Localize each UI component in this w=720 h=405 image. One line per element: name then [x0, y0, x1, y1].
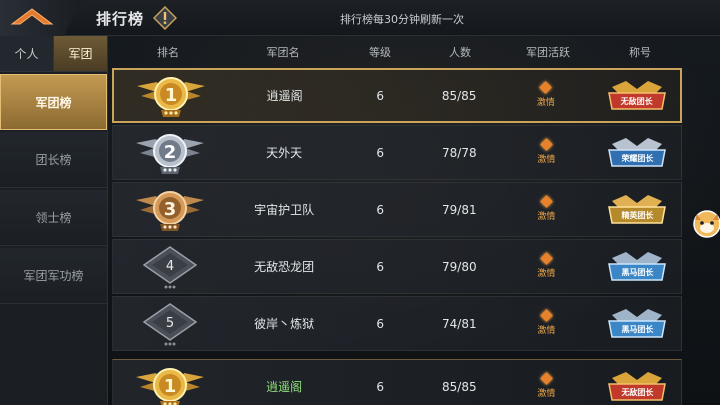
- rank-number: 1: [165, 85, 178, 106]
- title-plate-gold-icon: 精英团长: [606, 193, 668, 227]
- legion-name: 逍遥阁: [266, 89, 303, 103]
- title-label: 无敌团长: [620, 96, 653, 106]
- legion-level: 6: [376, 316, 384, 331]
- title-label: 精英团长: [621, 210, 654, 220]
- legion-name: 宇宙护卫队: [254, 203, 315, 217]
- legion-members: 79/80: [442, 259, 477, 274]
- activity-diamond-icon: [540, 252, 553, 265]
- refresh-note: 排行榜每30分钟刷新一次: [340, 13, 464, 26]
- activity-label: 激情: [537, 212, 556, 222]
- page-title: 排行榜: [96, 10, 145, 28]
- rank-number: 3: [164, 199, 177, 220]
- legion-members: 85/85: [442, 379, 477, 394]
- col-name: 军团名: [266, 46, 300, 59]
- activity-label: 激情: [537, 389, 556, 399]
- col-level: 等级: [369, 46, 391, 59]
- back-button[interactable]: [0, 0, 82, 36]
- table-row[interactable]: 5 彼岸丶炼狱 6 74/81 激情 黑马团长: [112, 296, 682, 351]
- legion-level: 6: [376, 145, 384, 160]
- activity-label: 激情: [537, 326, 556, 336]
- activity-label: 激情: [537, 269, 556, 279]
- legion-level: 6: [376, 88, 385, 103]
- ranking-table: 排名 军团名 等级 人数 军团活跃 称号 1 逍遥阁 6 85/85 激情 无敌…: [110, 36, 684, 405]
- title-plate-blue-icon: 荣耀团长: [606, 136, 668, 170]
- title-label: 黑马团长: [621, 324, 654, 334]
- title-plate-blue-icon: 黑马团长: [606, 250, 668, 284]
- rank-4-plain-badge-icon: 4: [143, 245, 198, 288]
- legion-members: 79/81: [442, 202, 477, 217]
- rank-number: 1: [164, 376, 177, 397]
- activity-label: 激情: [537, 155, 556, 165]
- rank-3-bronze-badge-icon: 3: [136, 190, 205, 231]
- activity-label: 激情: [536, 98, 555, 108]
- legion-members: 85/85: [441, 88, 477, 103]
- title-label: 荣耀团长: [621, 153, 654, 163]
- title-label: 无敌团长: [621, 387, 654, 397]
- info-icon[interactable]: [153, 6, 177, 30]
- activity-diamond-icon: [540, 372, 553, 385]
- top-bar: 排行榜 排行榜每30分钟刷新一次: [0, 0, 720, 36]
- legion-name: 天外天: [266, 146, 303, 160]
- col-members: 人数: [449, 46, 471, 59]
- table-row[interactable]: 3 宇宙护卫队 6 79/81 激情 精英团长: [112, 182, 682, 237]
- legion-name: 逍遥阁: [266, 380, 303, 394]
- rank-1-gold-badge-icon: 1: [136, 367, 205, 405]
- activity-diamond-icon: [540, 138, 553, 151]
- rank-5-plain-badge-icon: 5: [143, 302, 198, 345]
- title-label: 黑马团长: [621, 267, 654, 277]
- scope-tabs: 个人 军团: [0, 36, 107, 72]
- table-row[interactable]: 2 天外天 6 78/78 激情 荣耀团长: [112, 125, 682, 180]
- legion-level: 6: [376, 202, 384, 217]
- rank-2-silver-badge-icon: 2: [136, 133, 205, 174]
- activity-diamond-icon: [540, 309, 553, 322]
- table-header: 排名 军团名 等级 人数 军团活跃 称号: [110, 36, 684, 68]
- sidebar-item-merit-rank[interactable]: 军团军功榜: [0, 248, 107, 304]
- sidebar-item-territory-rank[interactable]: 领士榜: [0, 190, 107, 246]
- sidebar-item-legion-rank[interactable]: 军团榜: [0, 74, 107, 130]
- legion-name: 彼岸丶炼狱: [254, 317, 315, 331]
- col-activity: 军团活跃: [526, 46, 570, 59]
- table-row[interactable]: 4 无敌恐龙团 6 79/80 激情 黑马团长: [112, 239, 682, 294]
- activity-diamond-icon: [539, 81, 553, 94]
- table-row[interactable]: 1 逍遥阁 6 85/85 激情 无敌团长: [112, 68, 682, 123]
- legion-level: 6: [376, 379, 384, 394]
- rank-1-gold-badge-icon: 1: [137, 76, 206, 117]
- sidebar-item-leader-rank[interactable]: 团长榜: [0, 132, 107, 188]
- rank-number: 5: [166, 316, 174, 331]
- activity-diamond-icon: [540, 195, 553, 208]
- title-plate-red-icon: 无敌团长: [606, 370, 668, 404]
- legion-members: 74/81: [442, 316, 477, 331]
- title-plate-blue-icon: 黑马团长: [606, 307, 668, 341]
- tab-legion[interactable]: 军团: [53, 36, 107, 71]
- col-title: 称号: [629, 46, 651, 59]
- tab-personal[interactable]: 个人: [0, 36, 53, 71]
- back-arrow-icon: [10, 8, 54, 25]
- legion-members: 78/78: [442, 145, 477, 160]
- col-rank: 排名: [157, 46, 179, 59]
- self-legion-row[interactable]: 1 逍遥阁 6 85/85 激情 无敌团长: [112, 359, 682, 405]
- legion-level: 6: [376, 259, 384, 274]
- sidebar: 个人 军团 军团榜 团长榜 领士榜 军团军功榜: [0, 36, 108, 405]
- title-plate-red-icon: 无敌团长: [606, 79, 668, 113]
- rank-number: 2: [164, 142, 177, 163]
- rank-number: 4: [166, 259, 174, 274]
- legion-name: 无敌恐龙团: [254, 260, 315, 274]
- assistant-avatar-icon[interactable]: [690, 208, 720, 240]
